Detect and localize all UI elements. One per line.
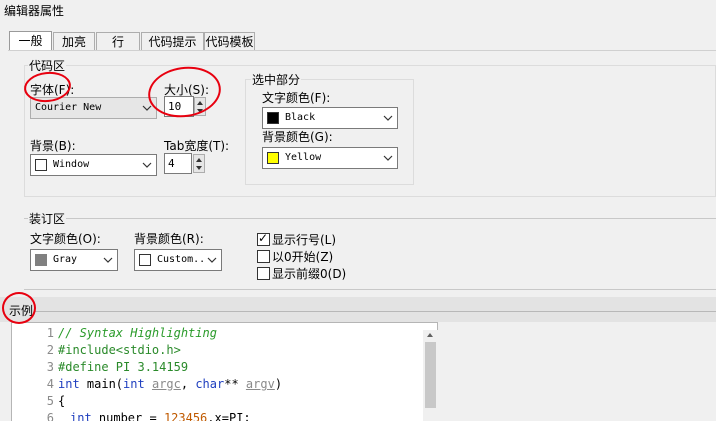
code-line-1: // Syntax Highlighting: [58, 326, 217, 340]
tab-highlight[interactable]: 加亮: [53, 32, 95, 50]
checkmark-icon: ✓: [258, 231, 269, 245]
gutter-group-title: 装订区: [28, 210, 67, 227]
gutter-bg-color-label: 背景颜色(R):: [134, 232, 204, 246]
selection-bg-color-combobox[interactable]: Yellow: [262, 147, 398, 169]
tab-width-label: Tab宽度(T):: [164, 139, 230, 153]
background-combobox[interactable]: Window: [30, 154, 157, 176]
show-leading-zeros-checkbox[interactable]: [257, 267, 270, 280]
keyword: char: [195, 377, 225, 391]
show-leading-zeros-label[interactable]: 显示前缀0(D): [272, 265, 346, 282]
start-at-zero-label[interactable]: 以0开始(Z): [272, 248, 333, 265]
show-line-numbers-label[interactable]: 显示行号(L): [272, 231, 336, 248]
code-token: main(: [79, 377, 124, 391]
line-number: 1: [46, 326, 54, 340]
selection-group-title: 选中部分: [251, 71, 302, 88]
chevron-down-icon: [102, 253, 114, 267]
tab-general[interactable]: 一般: [9, 31, 52, 51]
chevron-down-icon: [206, 253, 218, 267]
color-swatch: [267, 152, 279, 164]
start-at-zero-checkbox[interactable]: [257, 250, 270, 263]
tab-line[interactable]: 行: [96, 32, 140, 50]
gutter-text-color-value: Gray: [53, 254, 78, 265]
color-swatch: [35, 159, 47, 171]
chevron-down-icon: [382, 111, 394, 125]
chevron-down-icon: [382, 151, 394, 165]
scrollbar-thumb[interactable]: [425, 342, 436, 408]
code-line-3: #define PI 3.14159: [58, 360, 189, 374]
gutter-bg-color-value: Custom..: [157, 254, 206, 265]
line-number: 6: [46, 411, 54, 421]
selection-text-color-combobox[interactable]: Black: [262, 107, 398, 129]
gutter-group-top-border: [24, 218, 716, 219]
background-label: 背景(B):: [30, 139, 76, 153]
gutter-text-color-label: 文字颜色(O):: [30, 232, 101, 246]
gutter-group-bottom-border: [24, 289, 716, 290]
gutter-text-color-combobox[interactable]: Gray: [30, 249, 118, 271]
chevron-down-icon: [141, 158, 153, 172]
code-line-6: int number = 123456.x=PI;: [70, 411, 251, 421]
line-number: 3: [46, 360, 54, 374]
tab-divider: [8, 50, 716, 51]
line-number: 4: [46, 377, 54, 391]
tab-width-spinner[interactable]: [193, 154, 205, 173]
selection-bg-color-label: 背景颜色(G):: [262, 130, 333, 144]
keyword: int: [123, 377, 145, 391]
code-line-2: #include<stdio.h>: [58, 343, 181, 357]
show-line-numbers-checkbox[interactable]: ✓: [257, 231, 270, 246]
code-token: number =: [91, 411, 164, 421]
spin-up-icon: [196, 158, 202, 162]
code-token: .x=PI;: [207, 411, 251, 421]
font-value: Courier New: [35, 102, 102, 113]
selection-bg-color-value: Yellow: [285, 152, 322, 163]
spin-down-icon: [196, 166, 202, 170]
window-title: 编辑器属性: [4, 4, 65, 18]
vertical-scrollbar[interactable]: [423, 330, 438, 421]
color-swatch: [139, 254, 151, 266]
code-line-5: {: [58, 394, 66, 408]
keyword: int: [58, 377, 80, 391]
color-swatch: [35, 254, 47, 266]
code-token: ): [274, 377, 283, 391]
example-header-line: [34, 311, 716, 312]
code-line-4: int main(int argc, char** argv): [58, 377, 282, 391]
line-number: 2: [46, 343, 54, 357]
tab-width-value: 4: [168, 157, 175, 170]
annotation-circle-example: [2, 292, 36, 324]
scroll-up-icon[interactable]: [427, 333, 433, 337]
tab-width-input[interactable]: 4: [164, 153, 192, 174]
example-header: [0, 297, 716, 322]
param-name: argc: [151, 377, 181, 391]
selection-text-color-value: Black: [285, 112, 316, 123]
keyword: int: [70, 411, 92, 421]
tab-code-templates[interactable]: 代码模板: [204, 32, 255, 50]
code-token: **: [224, 377, 246, 391]
background-value: Window: [53, 159, 90, 170]
line-number: 5: [46, 394, 54, 408]
param-name: argv: [245, 377, 275, 391]
code-preview[interactable]: 1 // Syntax Highlighting 2 #include<stdi…: [11, 322, 438, 421]
color-swatch: [267, 112, 279, 124]
selection-text-color-label: 文字颜色(F):: [262, 91, 331, 105]
gutter-bg-color-combobox[interactable]: Custom..: [134, 249, 222, 271]
number-literal: 123456: [163, 411, 208, 421]
code-token: ,: [180, 377, 196, 391]
tab-code-hints[interactable]: 代码提示: [141, 32, 204, 50]
